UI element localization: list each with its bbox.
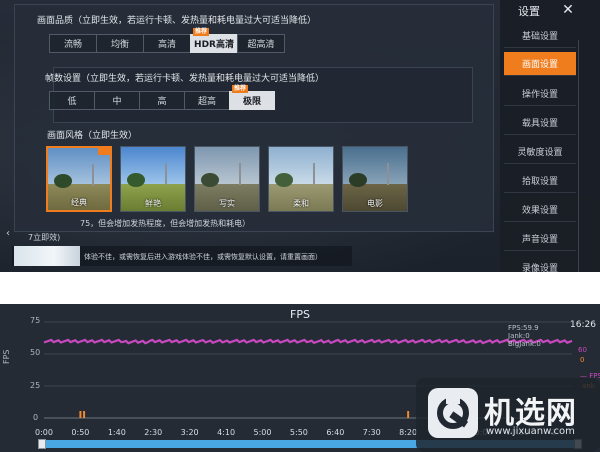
jank-markers [79,411,442,418]
x-tick-label: 0:00 [35,428,53,437]
current-time: 16:26 [570,320,596,330]
y-axis-title: FPS [2,349,11,364]
style-section-title: 画面风格（立即生效） [47,131,138,141]
fps-series-line [43,338,573,345]
style-option-classic[interactable]: 经典 [46,146,112,212]
quality-option-hd[interactable]: 高清 [143,34,191,53]
stat-jank: Jank:0 [508,332,530,340]
style-thumbnails: 经典 鲜艳 写实 柔和 电影 [46,146,408,212]
framerate-note: 75，但会增加发热程度，但会增加发热和耗电） [80,219,251,228]
quality-option-balanced[interactable]: 均衡 [96,34,144,53]
style-option-cinematic[interactable]: 电影 [342,146,408,212]
style-option-soft[interactable]: 柔和 [268,146,334,212]
y-tick-50: 50 [30,348,41,357]
menu-item-sound[interactable]: 声音设置 [504,227,576,251]
settings-menu: 设置 ✕ 基础设置 画面设置 操作设置 载具设置 灵敏度设置 拾取设置 效果设置… [500,0,600,272]
reset-hint: 体验不佳，或需恢复后进入游戏体验不佳，或需恢复默认设置，请重置画面） [84,253,322,261]
menu-item-controls[interactable]: 操作设置 [504,82,576,106]
stat-bigjank: BigJank:0 [508,340,541,348]
settings-menu-header: 设置 ✕ [500,0,600,20]
hint-thumbnail [14,246,80,266]
x-tick-label: 5:50 [289,428,308,437]
menu-item-vehicle[interactable]: 载具设置 [504,111,576,135]
quality-option-ultra[interactable]: 超高清 [237,34,285,53]
framerate-option-high[interactable]: 高 [139,91,185,110]
menu-item-pickup[interactable]: 拾取设置 [504,169,576,193]
y-tick-0: 0 [33,413,39,422]
settings-title: 设置 [518,5,540,18]
game-settings-screen: 画面品质（立即生效，若运行卡顿、发热量和耗电量过大可适当降低） 流畅 均衡 高清… [0,0,600,272]
framerate-option-ultra[interactable]: 超高 [184,91,230,110]
watermark-url: www.jixuanw.com [486,426,575,437]
x-tick-label: 3:20 [180,428,199,437]
menu-item-effects[interactable]: 效果设置 [504,198,576,222]
framerate-option-low[interactable]: 低 [49,91,95,110]
x-tick-label: 1:40 [107,428,126,437]
style-option-realistic[interactable]: 写实 [194,146,260,212]
x-tick-label: 5:00 [253,428,272,437]
right-value-0: 0 [580,356,585,364]
menu-scrollbar[interactable] [578,40,579,272]
stat-fps: FPS:59.9 [508,324,539,332]
menu-item-sensitivity[interactable]: 灵敏度设置 [504,140,576,164]
x-tick-label: 8:20 [399,428,418,437]
style-option-vivid[interactable]: 鲜艳 [120,146,186,212]
selected-badge [98,148,110,155]
left-note: 7立即效) [28,233,61,242]
timeline-start-handle[interactable] [38,439,46,449]
framerate-segmented-control: 低 中 高 超高 推荐 极限 [49,85,275,110]
x-tick-label: 2:30 [144,428,163,437]
x-tick-label: 0:50 [71,428,90,437]
menu-item-graphics[interactable]: 画面设置 [504,52,576,76]
close-icon[interactable]: ✕ [556,0,580,20]
framerate-option-medium[interactable]: 中 [94,91,140,110]
right-value-60: 60 [578,346,587,354]
quality-section-title: 画面品质（立即生效，若运行卡顿、发热量和耗电量过大可适当降低） [37,16,317,26]
y-tick-25: 25 [30,381,41,390]
x-tick-label: 6:40 [326,428,345,437]
x-tick-label: 4:10 [217,428,236,437]
y-tick-75: 75 [30,316,41,325]
quality-option-smooth[interactable]: 流畅 [49,34,97,53]
chevron-left-icon[interactable]: ‹ [6,228,10,239]
menu-item-recording[interactable]: 录像设置 [504,256,576,272]
recommended-badge: 推荐 [193,28,210,36]
watermark-logo-icon [428,388,478,438]
framerate-option-extreme[interactable]: 推荐 极限 [229,85,275,110]
menu-item-basic[interactable]: 基础设置 [504,24,576,48]
quality-segmented-control: 流畅 均衡 高清 推荐 HDR高清 超高清 [49,28,285,53]
framerate-section-title: 帧数设置（立即生效，若运行卡顿、发热量和耗电量过大可适当降低） [45,74,325,84]
x-tick-label: 7:30 [362,428,381,437]
recommended-badge: 推荐 [232,85,249,93]
quality-option-hdr[interactable]: 推荐 HDR高清 [190,28,238,53]
